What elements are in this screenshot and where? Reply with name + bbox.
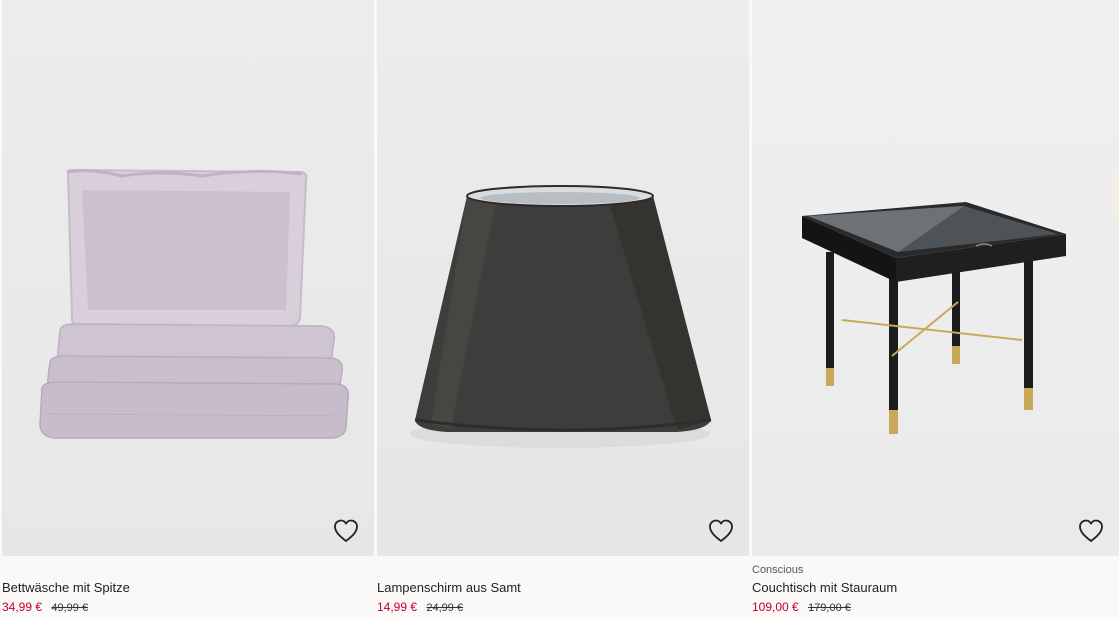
price-row: 109,00 € 179,00 € bbox=[752, 600, 851, 614]
product-card[interactable]: Conscious Couchtisch mit Stauraum 109,00… bbox=[752, 0, 1119, 619]
original-price: 49,99 € bbox=[51, 602, 89, 614]
favorite-button[interactable] bbox=[1077, 517, 1105, 545]
product-image[interactable] bbox=[2, 0, 374, 556]
favorite-button[interactable] bbox=[707, 517, 735, 545]
bedding-illustration bbox=[39, 168, 350, 439]
price-row: 14,99 € 24,99 € bbox=[377, 600, 463, 614]
scroll-edge-tab[interactable] bbox=[1112, 172, 1119, 218]
product-card[interactable]: Bettwäsche mit Spitze 34,99 € 49,99 € bbox=[2, 0, 374, 619]
product-image[interactable] bbox=[377, 0, 749, 556]
original-price: 24,99 € bbox=[426, 602, 464, 614]
sale-price: 34,99 € bbox=[2, 600, 43, 614]
heart-outline-icon bbox=[1079, 519, 1103, 542]
heart-outline-icon bbox=[334, 519, 358, 542]
favorite-button[interactable] bbox=[332, 517, 360, 545]
product-title[interactable]: Couchtisch mit Stauraum bbox=[752, 580, 897, 595]
product-card[interactable]: Lampenschirm aus Samt 14,99 € 24,99 € bbox=[377, 0, 749, 619]
product-title[interactable]: Lampenschirm aus Samt bbox=[377, 580, 521, 595]
product-tag: Conscious bbox=[752, 564, 804, 576]
product-grid: Bettwäsche mit Spitze 34,99 € 49,99 € La… bbox=[0, 0, 1119, 619]
coffee-table-illustration bbox=[802, 202, 1066, 434]
product-title[interactable]: Bettwäsche mit Spitze bbox=[2, 580, 130, 595]
heart-outline-icon bbox=[709, 519, 733, 542]
lampshade-illustration bbox=[410, 185, 712, 448]
sale-price: 109,00 € bbox=[752, 600, 799, 614]
sale-price: 14,99 € bbox=[377, 600, 418, 614]
price-row: 34,99 € 49,99 € bbox=[2, 600, 88, 614]
product-image[interactable] bbox=[752, 0, 1119, 556]
original-price: 179,00 € bbox=[808, 602, 851, 614]
